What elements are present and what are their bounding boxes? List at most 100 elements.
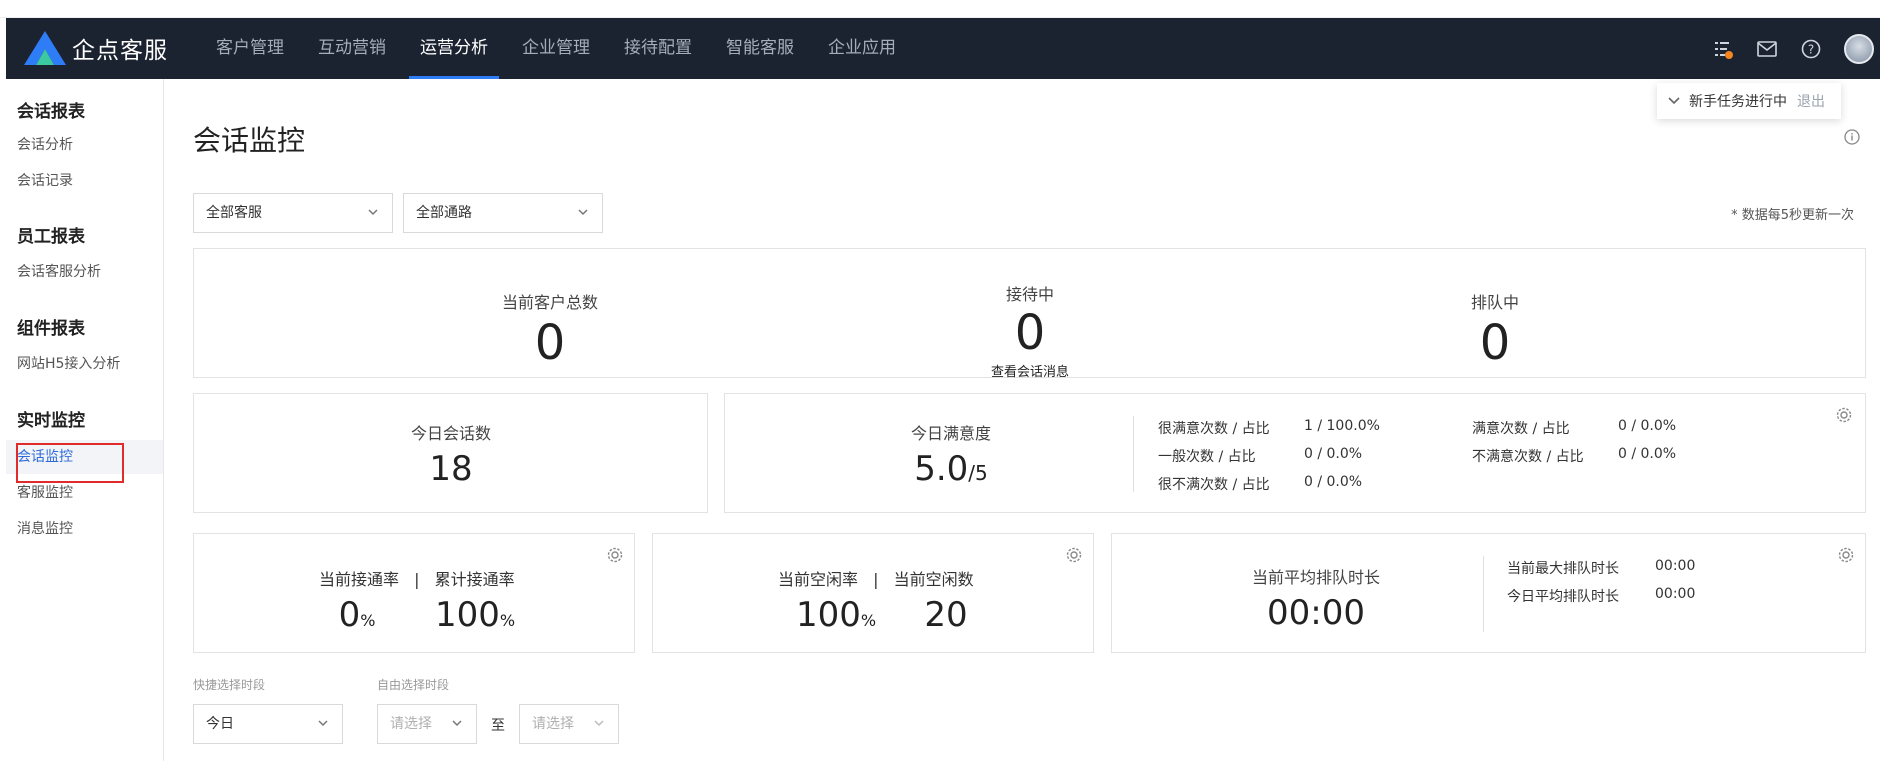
channel-filter-value: 全部通路 bbox=[416, 205, 472, 221]
satisfied-value: 0 / 0.0% bbox=[1618, 418, 1677, 434]
queuing-value: 0 bbox=[1479, 315, 1511, 371]
max-queue-time-value: 00:00 bbox=[1655, 558, 1696, 574]
idle-count-value: 20 bbox=[924, 595, 968, 635]
quick-range-value: 今日 bbox=[206, 716, 234, 732]
nav-item-smart-service[interactable]: 智能客服 bbox=[709, 18, 811, 79]
chevron-down-icon bbox=[368, 209, 378, 216]
end-time-placeholder: 请选择 bbox=[532, 716, 574, 732]
quick-range-select[interactable]: 今日 bbox=[193, 704, 343, 744]
settings-gear-icon[interactable] bbox=[606, 546, 624, 564]
current-connect-rate-metric: 0% bbox=[322, 598, 392, 632]
total-connect-rate-metric: 100% bbox=[420, 598, 530, 632]
today-sessions-metric: 今日会话数 18 bbox=[351, 420, 551, 486]
very-satisfied-value: 1 / 100.0% bbox=[1304, 418, 1380, 434]
range-to-text: 至 bbox=[491, 718, 505, 734]
chevron-down-icon bbox=[452, 720, 462, 727]
current-connect-rate-label: 当前接通率 bbox=[319, 570, 400, 589]
today-sessions-label: 今日会话数 bbox=[410, 424, 491, 443]
today-avg-queue-time-value: 00:00 bbox=[1655, 586, 1696, 602]
avg-queue-time-label: 当前平均排队时长 bbox=[1251, 568, 1380, 587]
neutral-value: 0 / 0.0% bbox=[1304, 446, 1363, 462]
page-title: 会话监控 bbox=[193, 124, 306, 157]
satisfaction-value: 5.0 bbox=[914, 449, 969, 489]
help-icon[interactable]: ? bbox=[1800, 38, 1822, 60]
connect-rate-header: 当前接通率 | 累计接通率 bbox=[319, 566, 515, 590]
sidebar-item-agent-monitoring[interactable]: 客服监控 bbox=[6, 476, 163, 510]
app-logo[interactable]: 企点客服 bbox=[24, 30, 168, 66]
dissatisfied-label: 不满意次数 / 占比 bbox=[1472, 449, 1584, 465]
main-content: 会话监控 新手任务进行中 退出 全部客服 全部通路 * 数据每5秒更新一次 当前… bbox=[164, 79, 1880, 761]
nav-item-reception-config[interactable]: 接待配置 bbox=[607, 18, 709, 79]
total-customers-label: 当前客户总数 bbox=[501, 293, 598, 312]
sidebar-group-realtime-monitoring: 实时监控 bbox=[17, 411, 85, 431]
satisfaction-card: 今日满意度 5.0/5 很满意次数 / 占比 1 / 100.0% 满意次数 /… bbox=[724, 393, 1866, 513]
idle-rate-card: 当前空闲率 | 当前空闲数 100% 20 bbox=[652, 533, 1094, 653]
percent-unit: % bbox=[860, 611, 877, 630]
chevron-down-icon bbox=[578, 209, 588, 216]
total-customers-metric: 当前客户总数 0 bbox=[450, 289, 650, 367]
idle-count-label: 当前空闲数 bbox=[893, 570, 974, 589]
summary-card: 当前客户总数 0 接待中 0 查看会话消息 排队中 0 bbox=[193, 248, 1866, 380]
settings-gear-icon[interactable] bbox=[1065, 546, 1083, 564]
today-avg-queue-time-label: 今日平均排队时长 bbox=[1507, 589, 1619, 605]
max-queue-time-label: 当前最大排队时长 bbox=[1507, 561, 1619, 577]
user-avatar[interactable] bbox=[1844, 33, 1874, 64]
satisfaction-suffix: /5 bbox=[968, 461, 988, 485]
tip-exit-link[interactable]: 退出 bbox=[1797, 91, 1825, 111]
sidebar-item-agent-analysis[interactable]: 会话客服分析 bbox=[6, 255, 163, 289]
start-time-select[interactable]: 请选择 bbox=[377, 704, 477, 744]
today-sessions-card: 今日会话数 18 bbox=[193, 393, 708, 513]
percent-unit: % bbox=[360, 611, 376, 630]
nav-item-enterprise-apps[interactable]: 企业应用 bbox=[811, 18, 913, 79]
avg-queue-time-value: 00:00 bbox=[1267, 593, 1365, 633]
serving-label: 接待中 bbox=[1005, 285, 1054, 304]
channel-filter-select[interactable]: 全部通路 bbox=[403, 193, 603, 233]
task-list-icon[interactable] bbox=[1712, 38, 1734, 60]
queue-time-card: 当前平均排队时长 00:00 当前最大排队时长 00:00 今日平均排队时长 0… bbox=[1111, 533, 1866, 653]
agent-filter-select[interactable]: 全部客服 bbox=[193, 193, 393, 233]
nav-item-operations-analysis[interactable]: 运营分析 bbox=[403, 18, 505, 79]
start-time-placeholder: 请选择 bbox=[390, 716, 432, 732]
update-interval-note: * 数据每5秒更新一次 bbox=[1731, 208, 1854, 223]
idle-rate-metric: 100% bbox=[781, 598, 891, 632]
app-name: 企点客服 bbox=[72, 38, 168, 64]
percent-unit: % bbox=[499, 611, 516, 630]
connect-rate-card: 当前接通率 | 累计接通率 0% 100% bbox=[193, 533, 635, 653]
idle-count-metric: 20 bbox=[911, 598, 981, 632]
chevron-down-icon[interactable] bbox=[1667, 96, 1681, 106]
idle-rate-value: 100 bbox=[795, 595, 861, 635]
avg-queue-time-metric: 当前平均排队时长 00:00 bbox=[1216, 564, 1416, 630]
separator: | bbox=[414, 570, 420, 589]
satisfaction-label: 今日满意度 bbox=[910, 424, 991, 443]
sidebar-item-h5-access-analysis[interactable]: 网站H5接入分析 bbox=[6, 347, 163, 381]
neutral-label: 一般次数 / 占比 bbox=[1158, 449, 1256, 465]
view-session-messages-link[interactable]: 查看会话消息 bbox=[930, 361, 1130, 380]
sidebar-item-session-records[interactable]: 会话记录 bbox=[6, 164, 163, 198]
info-icon[interactable] bbox=[1844, 129, 1860, 149]
end-time-select[interactable]: 请选择 bbox=[519, 704, 619, 744]
svg-text:?: ? bbox=[1808, 42, 1814, 56]
nav-item-enterprise-management[interactable]: 企业管理 bbox=[505, 18, 607, 79]
divider bbox=[1133, 416, 1134, 492]
nav-item-interactive-marketing[interactable]: 互动营销 bbox=[301, 18, 403, 79]
very-dissatisfied-value: 0 / 0.0% bbox=[1304, 474, 1363, 490]
onboarding-tip: 新手任务进行中 退出 bbox=[1657, 83, 1841, 119]
chevron-down-icon bbox=[318, 720, 328, 727]
satisfied-label: 满意次数 / 占比 bbox=[1472, 421, 1570, 437]
idle-rate-label: 当前空闲率 bbox=[778, 570, 859, 589]
nav-item-customer-management[interactable]: 客户管理 bbox=[199, 18, 301, 79]
settings-gear-icon[interactable] bbox=[1835, 406, 1853, 424]
quick-range-label: 快捷选择时段 bbox=[193, 678, 266, 692]
chevron-down-icon bbox=[594, 720, 604, 727]
sidebar-item-session-analysis[interactable]: 会话分析 bbox=[6, 128, 163, 162]
logo-icon bbox=[24, 31, 66, 65]
sidebar-item-message-monitoring[interactable]: 消息监控 bbox=[6, 512, 163, 546]
sidebar-item-session-monitoring[interactable]: 会话监控 bbox=[6, 440, 163, 483]
total-connect-rate-label: 累计接通率 bbox=[434, 570, 515, 589]
serving-value: 0 bbox=[1014, 305, 1046, 361]
separator: | bbox=[873, 570, 879, 589]
queuing-label: 排队中 bbox=[1470, 293, 1519, 312]
settings-gear-icon[interactable] bbox=[1837, 546, 1855, 564]
browser-bookmark-strip bbox=[0, 0, 1880, 18]
mail-icon[interactable] bbox=[1756, 38, 1778, 60]
